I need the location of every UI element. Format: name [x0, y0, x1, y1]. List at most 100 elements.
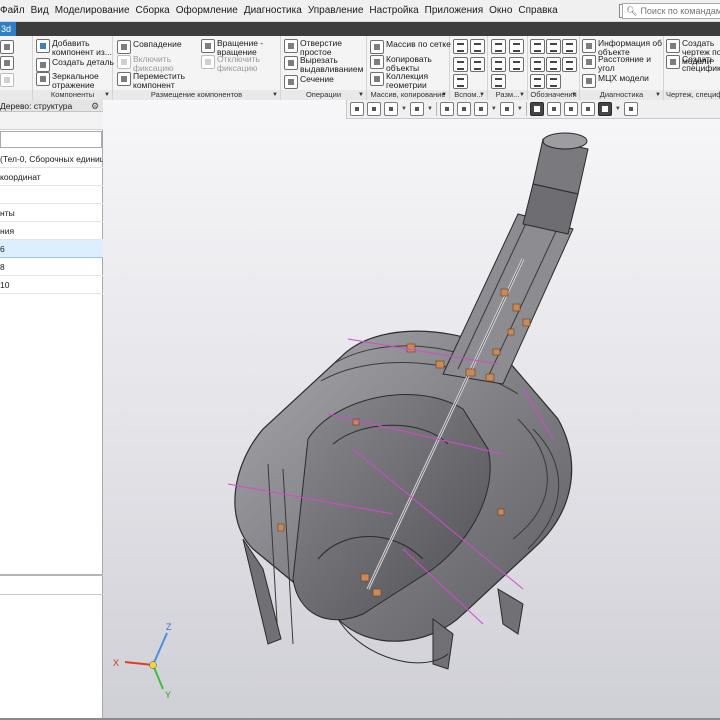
angular-size-icon[interactable] [509, 39, 524, 54]
grid-array-icon [370, 40, 384, 54]
chevron-down-icon[interactable]: ▼ [427, 106, 433, 112]
radial-size-icon[interactable] [491, 57, 506, 72]
mass-properties-button[interactable]: МЦХ модели [582, 74, 649, 88]
tree-row[interactable]: 10 [0, 276, 103, 294]
chevron-down-icon[interactable]: ▼ [615, 106, 621, 112]
command-search[interactable]: 🔍︎ [622, 3, 720, 19]
menu-modeling[interactable]: Моделирование [52, 0, 133, 22]
mass-properties-label: МЦХ модели [598, 73, 649, 83]
move-component-button[interactable]: Переместить компонент [117, 72, 188, 90]
chevron-down-icon[interactable]: ▼ [491, 106, 497, 112]
menu-formatting[interactable]: Оформление [173, 0, 241, 22]
snap-icon[interactable] [623, 102, 638, 116]
menu-view[interactable]: Вид [28, 0, 52, 22]
shaded-mode-icon[interactable] [456, 102, 471, 116]
geometry-collection-button[interactable]: Коллекция геометрии [370, 72, 436, 90]
roughness-icon[interactable] [530, 39, 545, 54]
ribbon-group-notations: Обозначения ▼ [528, 36, 580, 100]
group-label-arrays: Массив, копирование ▼ [367, 90, 449, 100]
hide-icon[interactable] [546, 102, 561, 116]
grid-array-label: Массив по сетке [386, 39, 451, 49]
menu-bar: Файл Вид Моделирование Сборка Оформление… [0, 0, 720, 22]
tree-row[interactable]: координат [0, 168, 103, 186]
text-icon[interactable] [530, 74, 545, 89]
disable-fix-icon [201, 55, 215, 69]
gear-icon[interactable]: ⚙ [91, 101, 101, 111]
open-icon[interactable] [0, 40, 14, 54]
sketch-icon[interactable] [470, 57, 485, 72]
cut-extrude-icon [284, 56, 298, 70]
table-icon[interactable] [546, 74, 561, 89]
doc-tab-active[interactable]: 3d [0, 22, 16, 36]
leader-icon[interactable] [546, 39, 561, 54]
ribbon-group-arrays: Массив по сетке Копировать объекты Колле… [367, 36, 451, 100]
plane-icon[interactable] [453, 39, 468, 54]
tree-row-selected[interactable]: 6 [0, 240, 103, 258]
group-label-components: Компоненты ▼ [33, 90, 112, 100]
filter-icon[interactable] [597, 102, 612, 116]
diameter-size-icon[interactable] [509, 57, 524, 72]
tree-filter-input[interactable] [0, 131, 102, 148]
axis-z-label: Z [166, 622, 172, 632]
curve-icon[interactable] [453, 74, 468, 89]
tree-row[interactable]: нты [0, 204, 103, 222]
chevron-down-icon[interactable]: ▼ [517, 106, 523, 112]
menu-window[interactable]: Окно [486, 0, 515, 22]
perspective-icon[interactable] [499, 102, 514, 116]
linear-size-icon[interactable] [491, 39, 506, 54]
add-component-button[interactable]: Добавить компонент из... [36, 39, 112, 57]
undo-icon[interactable] [0, 73, 14, 87]
point-icon[interactable] [453, 57, 468, 72]
axis-icon[interactable] [470, 39, 485, 54]
menu-settings[interactable]: Настройка [366, 0, 421, 22]
zoom-window-icon[interactable] [367, 102, 381, 116]
tree-row[interactable]: (Тел-0, Сборочных единиц [0, 150, 103, 168]
menu-help[interactable]: Справка [515, 0, 560, 22]
coincide-button[interactable]: Совпадение [117, 40, 182, 54]
chevron-down-icon[interactable]: ▼ [401, 106, 407, 112]
menu-diagnostics[interactable]: Диагностика [241, 0, 305, 22]
position-icon[interactable] [562, 57, 577, 72]
create-part-button[interactable]: Создать деталь [36, 58, 114, 72]
copy-objects-icon [370, 55, 384, 69]
zoom-icon[interactable] [384, 102, 398, 116]
distance-angle-button[interactable]: Расстояние и угол [582, 55, 658, 73]
create-part-icon [36, 58, 50, 72]
create-spec-label: Создать специфик... [682, 54, 720, 73]
ribbon-group-operations: Отверстие простое Вырезать выдавливанием… [281, 36, 367, 100]
menu-applications[interactable]: Приложения [422, 0, 487, 22]
ribbon-group-auxiliary: Вспом... ▼ [450, 36, 488, 100]
tolerance-icon[interactable] [530, 57, 545, 72]
layers-icon[interactable] [580, 102, 595, 116]
properties-icon[interactable] [0, 56, 14, 70]
menu-management[interactable]: Управление [305, 0, 367, 22]
panel-splitter[interactable] [0, 574, 103, 576]
cut-extrude-button[interactable]: Вырезать выдавливанием [284, 56, 364, 74]
disable-fix-button[interactable]: Отключить фиксацию [201, 55, 272, 73]
divider [525, 102, 527, 116]
vessel-body [234, 330, 573, 670]
show-icon[interactable] [563, 102, 578, 116]
divider [0, 594, 103, 595]
section-view-icon[interactable] [529, 102, 544, 116]
view-orientation-icon[interactable] [439, 102, 454, 116]
section-button[interactable]: Сечение [284, 75, 334, 89]
distance-angle-icon [582, 55, 596, 69]
command-search-input[interactable] [640, 6, 720, 16]
base-icon[interactable] [562, 39, 577, 54]
tree-row[interactable] [0, 186, 103, 204]
grid-array-button[interactable]: Массив по сетке [370, 40, 451, 54]
orient-icon[interactable] [350, 102, 364, 116]
ribbon-group-drawing: Создать чертеж по модели Создать специфи… [664, 36, 720, 100]
create-spec-button[interactable]: Создать специфик... [666, 55, 720, 73]
pan-icon[interactable] [409, 102, 424, 116]
hole-icon [284, 39, 298, 53]
mark-icon[interactable] [546, 57, 561, 72]
tree-row[interactable]: 8 [0, 258, 103, 276]
display-mode-icon[interactable] [473, 102, 488, 116]
menu-file[interactable]: Файл [0, 0, 28, 22]
menu-assembly[interactable]: Сборка [133, 0, 173, 22]
tree-row[interactable]: ния [0, 222, 103, 240]
auto-size-icon[interactable] [491, 74, 506, 89]
3d-viewport[interactable]: ▼ ▼ ▼ ▼ ▼ Z X Y [103, 100, 720, 718]
